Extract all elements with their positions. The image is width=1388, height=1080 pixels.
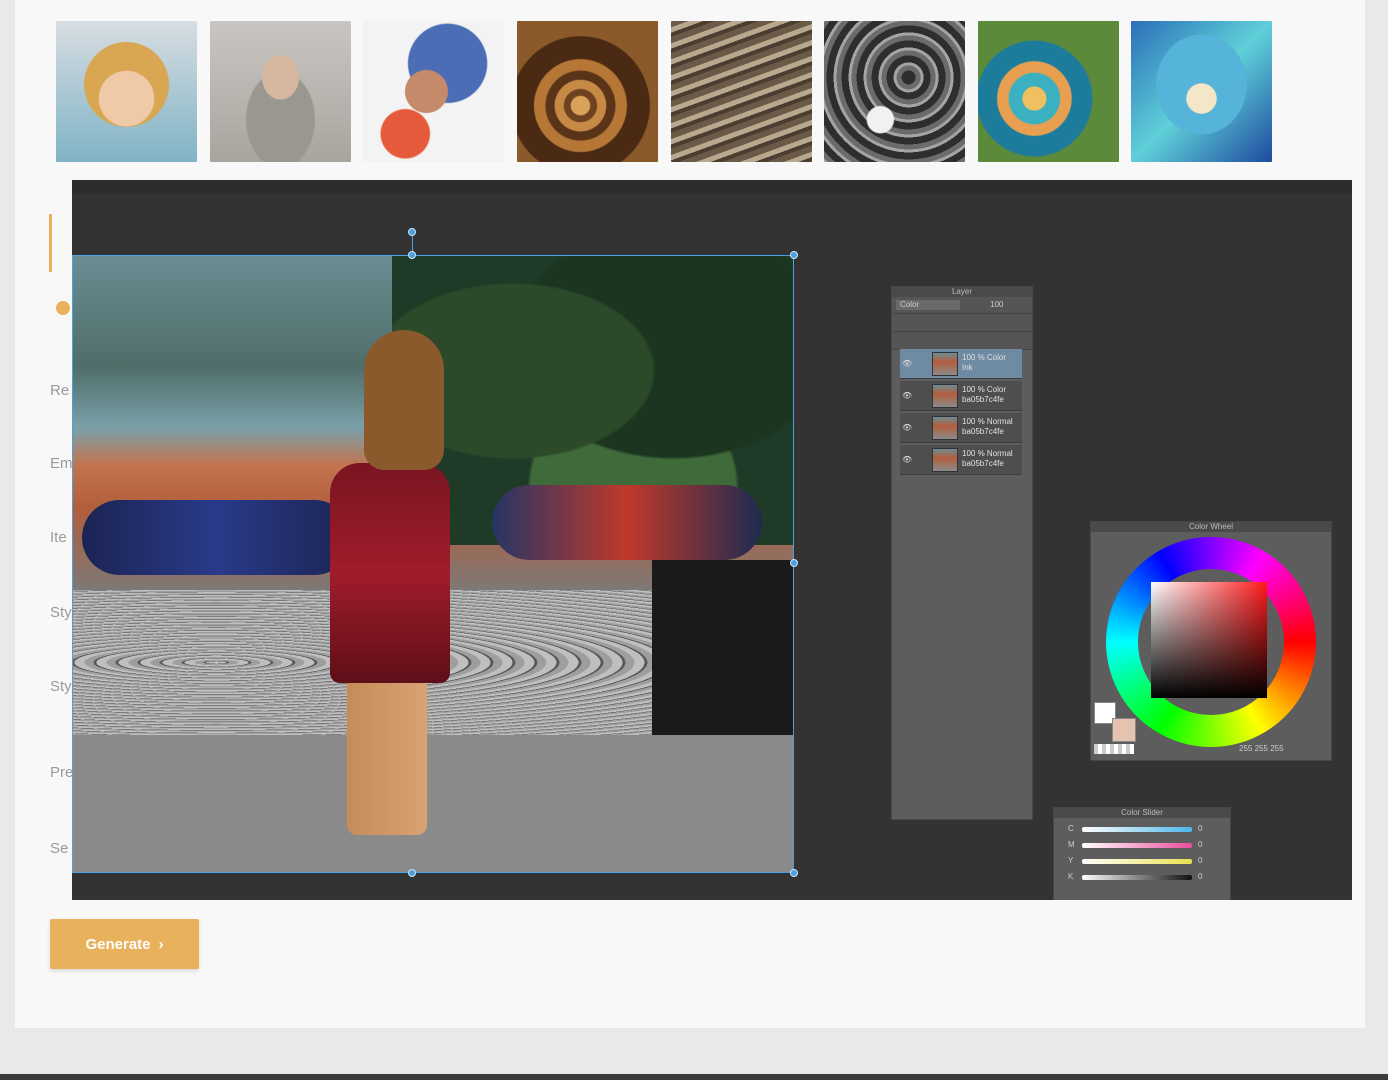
color-wheel-title: Color Wheel [1091, 522, 1331, 532]
slider-label: K [1068, 872, 1074, 881]
opacity-value[interactable]: 100 [990, 300, 1003, 309]
layer-thumbnail [932, 352, 958, 376]
style-thumb-blue-fractal[interactable] [978, 21, 1119, 162]
style-thumb-spiral-fractal[interactable] [517, 21, 658, 162]
transparent-swatch[interactable] [1094, 744, 1134, 754]
style-thumb-watercolor-christ[interactable] [363, 21, 504, 162]
resize-handle-top[interactable] [408, 251, 416, 259]
layer-name: 100 % Color Ink [962, 353, 1007, 372]
style-thumb-child-portrait[interactable] [56, 21, 197, 162]
bottom-bar [0, 1074, 1388, 1080]
form-label: Re [50, 382, 70, 399]
eye-icon[interactable]: 👁 [902, 359, 912, 368]
layer-toolbar: Color 100 [892, 297, 1032, 314]
saturation-value-square[interactable] [1151, 582, 1267, 698]
slider-y[interactable]: Y 0 [1068, 856, 1218, 866]
image-editor-overlay: Layer Color 100 👁 100 % Color Ink 👁 100 %… [72, 180, 1352, 900]
form-label: Se [50, 840, 69, 857]
layer-thumbnail [932, 416, 958, 440]
slider-label: Y [1068, 856, 1074, 865]
style-thumb-bearded-man[interactable] [210, 21, 351, 162]
form-label: Pre [50, 764, 74, 781]
color-slider-panel: Color Slider C 0 M 0 Y 0 K 0 [1053, 807, 1231, 900]
layer-thumbnail [932, 448, 958, 472]
layer-panel: Layer Color 100 👁 100 % Color Ink 👁 100 %… [891, 286, 1033, 820]
resize-handle-top-right[interactable] [790, 251, 798, 259]
slider-bar[interactable] [1082, 875, 1192, 880]
selection-box[interactable] [72, 255, 794, 873]
form-label: Sty [50, 678, 72, 695]
layer-row[interactable]: 👁 100 % Color ba05b7c4fe [900, 381, 1022, 411]
slider-m[interactable]: M 0 [1068, 840, 1218, 850]
slider-bar[interactable] [1082, 843, 1192, 848]
slider-label: M [1068, 840, 1075, 849]
color-slider-title: Color Slider [1054, 808, 1230, 818]
rotate-handle[interactable] [408, 228, 416, 236]
slider-k[interactable]: K 0 [1068, 872, 1218, 882]
layer-thumbnail [932, 384, 958, 408]
layer-tools-row-1[interactable] [892, 314, 1032, 332]
layer-row[interactable]: 👁 100 % Normal ba05b7c4fe [900, 413, 1022, 443]
generate-button[interactable]: Generate › [50, 919, 199, 969]
resize-handle-right[interactable] [790, 559, 798, 567]
style-thumb-owl[interactable] [1131, 21, 1272, 162]
style-thumb-grey-swirls[interactable] [824, 21, 965, 162]
eye-icon[interactable]: 👁 [902, 391, 912, 400]
resize-handle-bottom-right[interactable] [790, 869, 798, 877]
generate-label: Generate [85, 936, 151, 953]
layer-tools-row-2[interactable] [892, 332, 1032, 350]
blend-mode-select[interactable]: Color [896, 300, 960, 310]
form-label: Sty [50, 604, 72, 621]
chevron-right-icon: › [158, 936, 164, 953]
form-label: Ite [50, 529, 67, 546]
slider-value: 0 [1198, 856, 1203, 865]
active-field-indicator [49, 214, 52, 272]
layer-name: 100 % Normal ba05b7c4fe [962, 449, 1013, 468]
slider-knob[interactable] [56, 301, 70, 315]
eye-icon[interactable]: 👁 [902, 423, 912, 432]
eye-icon[interactable]: 👁 [902, 455, 912, 464]
layer-name: 100 % Normal ba05b7c4fe [962, 417, 1013, 436]
slider-value: 0 [1198, 824, 1203, 833]
slider-value: 0 [1198, 872, 1203, 881]
rgb-readout: 255 255 255 [1239, 744, 1284, 753]
sub-color-swatch[interactable] [1112, 718, 1136, 742]
slider-bar[interactable] [1082, 827, 1192, 832]
resize-handle-bottom[interactable] [408, 869, 416, 877]
layer-name: 100 % Color ba05b7c4fe [962, 385, 1007, 404]
layer-row[interactable]: 👁 100 % Normal ba05b7c4fe [900, 445, 1022, 475]
layer-row[interactable]: 👁 100 % Color Ink [900, 349, 1022, 379]
slider-c[interactable]: C 0 [1068, 824, 1218, 834]
color-wheel-panel: Color Wheel 255 255 255 [1090, 521, 1332, 761]
style-thumb-engraving[interactable] [671, 21, 812, 162]
slider-value: 0 [1198, 840, 1203, 849]
editor-top-bar [72, 180, 1352, 194]
slider-bar[interactable] [1082, 859, 1192, 864]
form-label: Em [50, 455, 73, 472]
layer-panel-title: Layer [892, 287, 1032, 297]
slider-label: C [1068, 824, 1074, 833]
